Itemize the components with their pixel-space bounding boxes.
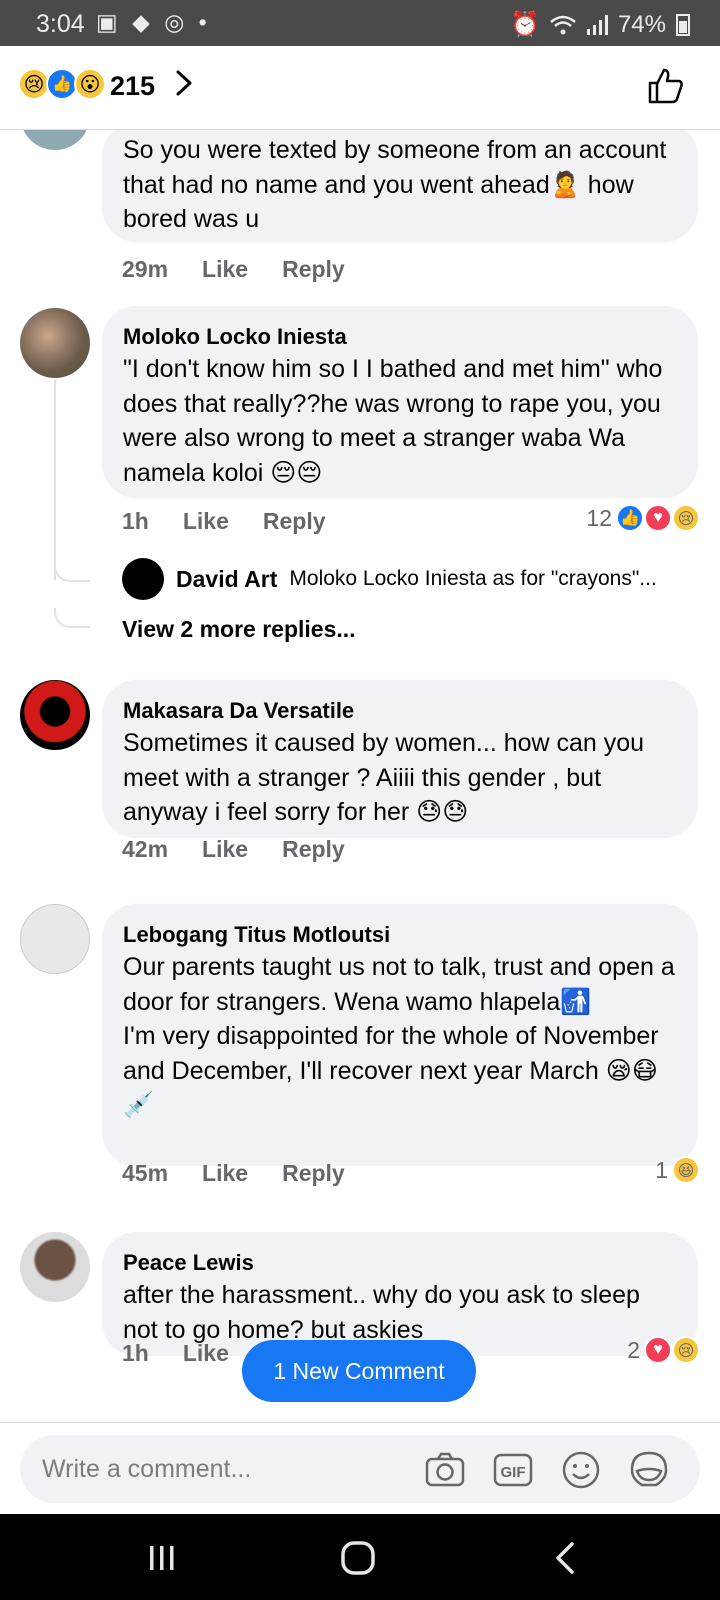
system-nav-bar (0, 1514, 720, 1600)
comment-text: Sometimes it caused by women... how can … (123, 729, 645, 826)
gif-icon[interactable]: GIF (492, 1449, 534, 1491)
wow-reaction-icon: 😮 (74, 68, 106, 100)
comment-text: after the harassment.. why do you ask to… (123, 1281, 640, 1344)
comment-time: 1h (122, 508, 149, 534)
battery-percent: 74% (617, 10, 666, 38)
comment-bubble: So you were texted by someone from an ac… (102, 122, 698, 242)
sad-reaction-icon: 😢 (672, 504, 700, 532)
comment-time: 42m (122, 836, 169, 862)
thread-connector (54, 608, 90, 628)
avatar[interactable] (20, 1232, 90, 1302)
comment-reactions[interactable]: 1 😆 (655, 1156, 700, 1184)
chevron-right-icon[interactable] (172, 68, 196, 98)
thread-connector (54, 562, 90, 582)
reply-link[interactable]: Reply (282, 256, 345, 283)
comment-text: "I don't know him so I I bathed and met … (123, 355, 663, 487)
status-bar: 3:04 ▣ ◆ ◎ • ⏰ 74% (0, 0, 720, 46)
sad-reaction-icon: 😢 (672, 1336, 700, 1364)
comment-bubble: Moloko Locko Iniesta "I don't know him s… (102, 306, 698, 498)
like-post-icon[interactable] (646, 66, 686, 106)
comment-author[interactable]: Moloko Locko Iniesta (123, 322, 678, 352)
reaction-summary[interactable]: 😢 👍 😮 (18, 68, 106, 100)
comment-bubble: Makasara Da Versatile Sometimes it cause… (102, 680, 698, 838)
comment-author[interactable]: Peace Lewis (123, 1248, 678, 1278)
reply-link[interactable]: Reply (263, 508, 326, 535)
reply-link[interactable]: Reply (282, 836, 345, 863)
comment-reactions[interactable]: 12 👍 ♥ 😢 (586, 504, 700, 532)
back-icon[interactable] (546, 1538, 586, 1578)
avatar[interactable] (20, 680, 90, 750)
comment-reactions[interactable]: 2 ♥ 😢 (627, 1336, 700, 1364)
reply-link[interactable]: Reply (282, 1160, 345, 1187)
status-right: ⏰ 74% (510, 10, 690, 39)
comment-time: 29m (122, 256, 169, 282)
new-comment-button[interactable]: 1 New Comment (242, 1340, 476, 1402)
reaction-count: 1 (655, 1156, 668, 1183)
emoji-icon[interactable] (560, 1449, 602, 1491)
comments-sheet: 😢 👍 😮 215 So you were texted by someone … (0, 46, 720, 1514)
reaction-count: 2 (627, 1336, 640, 1363)
comment-composer: GIF (0, 1422, 720, 1514)
svg-text:GIF: GIF (501, 1464, 526, 1481)
comment-author[interactable]: Lebogang Titus Motloutsi (123, 920, 678, 950)
battery-icon (676, 13, 690, 36)
comment-meta: 45m Like Reply (122, 1160, 345, 1187)
like-link[interactable]: Like (183, 508, 229, 535)
camera-icon[interactable] (424, 1449, 466, 1491)
avatar[interactable] (20, 308, 90, 378)
thread-line (54, 380, 56, 580)
reactions-header: 😢 👍 😮 215 (0, 46, 720, 130)
reply-text: Moloko Locko Iniesta as for "crayons"... (289, 567, 657, 590)
like-reaction-icon: 👍 (616, 504, 644, 532)
comment-time: 45m (122, 1160, 169, 1186)
notification-icons: ▣ ◆ ◎ • (96, 9, 211, 35)
comment-text: So you were texted by someone from an ac… (123, 136, 667, 233)
comment-author[interactable]: Makasara Da Versatile (123, 696, 678, 726)
composer-box: GIF (20, 1435, 700, 1503)
alarm-icon: ⏰ (510, 11, 540, 38)
wifi-icon (550, 15, 576, 34)
comment-input[interactable] (42, 1449, 422, 1489)
avatar[interactable] (20, 904, 90, 974)
comment-meta: 1h Like Reply (122, 508, 326, 535)
recent-apps-icon[interactable] (142, 1538, 182, 1578)
comment-text-line: I'm very disappointed for the whole of N… (123, 1022, 659, 1119)
reaction-count: 12 (586, 504, 612, 531)
comment-bubble: Peace Lewis after the harassment.. why d… (102, 1232, 698, 1356)
haha-reaction-icon: 😆 (672, 1156, 700, 1184)
reply-preview[interactable]: David Art Moloko Locko Iniesta as for "c… (122, 558, 657, 600)
like-link[interactable]: Like (202, 836, 248, 863)
sticker-icon[interactable] (628, 1449, 670, 1491)
like-link[interactable]: Like (183, 1340, 229, 1367)
home-icon[interactable] (338, 1538, 378, 1578)
comment-meta: 42m Like Reply (122, 836, 345, 863)
reaction-count[interactable]: 215 (110, 71, 155, 102)
signal-icon (586, 14, 608, 35)
comment-text-line: Our parents taught us not to talk, trust… (123, 953, 675, 1016)
avatar (122, 558, 164, 600)
reply-author: David Art (176, 565, 278, 592)
comment-meta: 29m Like Reply (122, 256, 345, 283)
like-link[interactable]: Like (202, 256, 248, 283)
comment-meta: 1h Like (122, 1340, 229, 1367)
status-time: 3:04 (36, 10, 85, 38)
love-reaction-icon: ♥ (644, 1336, 672, 1364)
comment-bubble: Lebogang Titus Motloutsi Our parents tau… (102, 904, 698, 1166)
like-link[interactable]: Like (202, 1160, 248, 1187)
love-reaction-icon: ♥ (644, 504, 672, 532)
comment-time: 1h (122, 1340, 149, 1366)
view-more-replies[interactable]: View 2 more replies... (122, 616, 356, 643)
